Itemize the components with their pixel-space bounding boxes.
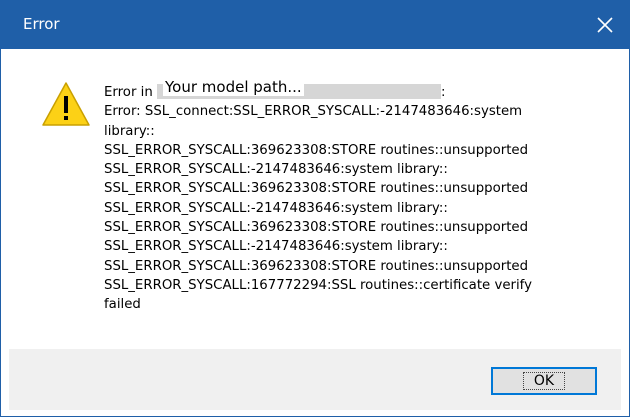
message-line: Error in Your model path...: — [104, 78, 446, 100]
error-message: Error in Your model path...: Error: SSL_… — [104, 78, 609, 315]
ok-button-label: OK — [522, 372, 566, 390]
message-line: SSL_ERROR_SYSCALL:-2147483646:system lib… — [104, 239, 448, 255]
error-dialog: Error Error in Your model path...: Error… — [0, 0, 630, 417]
ok-button[interactable]: OK — [491, 367, 597, 395]
dialog-content: Error in Your model path...: Error: SSL_… — [9, 49, 621, 349]
redacted-path: Your model path... — [157, 78, 441, 99]
message-line: SSL_ERROR_SYSCALL:369623308:STORE routin… — [104, 258, 529, 274]
close-button[interactable] — [581, 1, 629, 49]
close-icon — [597, 17, 613, 33]
message-line: SSL_ERROR_SYSCALL:-2147483646:system lib… — [104, 200, 448, 216]
message-line: SSL_ERROR_SYSCALL:369623308:STORE routin… — [104, 220, 529, 236]
button-bar: OK — [9, 349, 621, 410]
title-bar[interactable]: Error — [1, 1, 629, 49]
message-line: library:: — [104, 123, 155, 139]
window-title: Error — [23, 15, 60, 33]
message-line: SSL_ERROR_SYSCALL:-2147483646:system lib… — [104, 162, 448, 178]
message-line: SSL_ERROR_SYSCALL:369623308:STORE routin… — [104, 142, 529, 158]
warning-icon — [41, 81, 91, 127]
message-line: SSL_ERROR_SYSCALL:369623308:STORE routin… — [104, 181, 529, 197]
message-line: SSL_ERROR_SYSCALL:167772294:SSL routines… — [104, 277, 532, 293]
message-line: Error: SSL_connect:SSL_ERROR_SYSCALL:-21… — [104, 104, 523, 120]
message-line: failed — [104, 297, 141, 313]
